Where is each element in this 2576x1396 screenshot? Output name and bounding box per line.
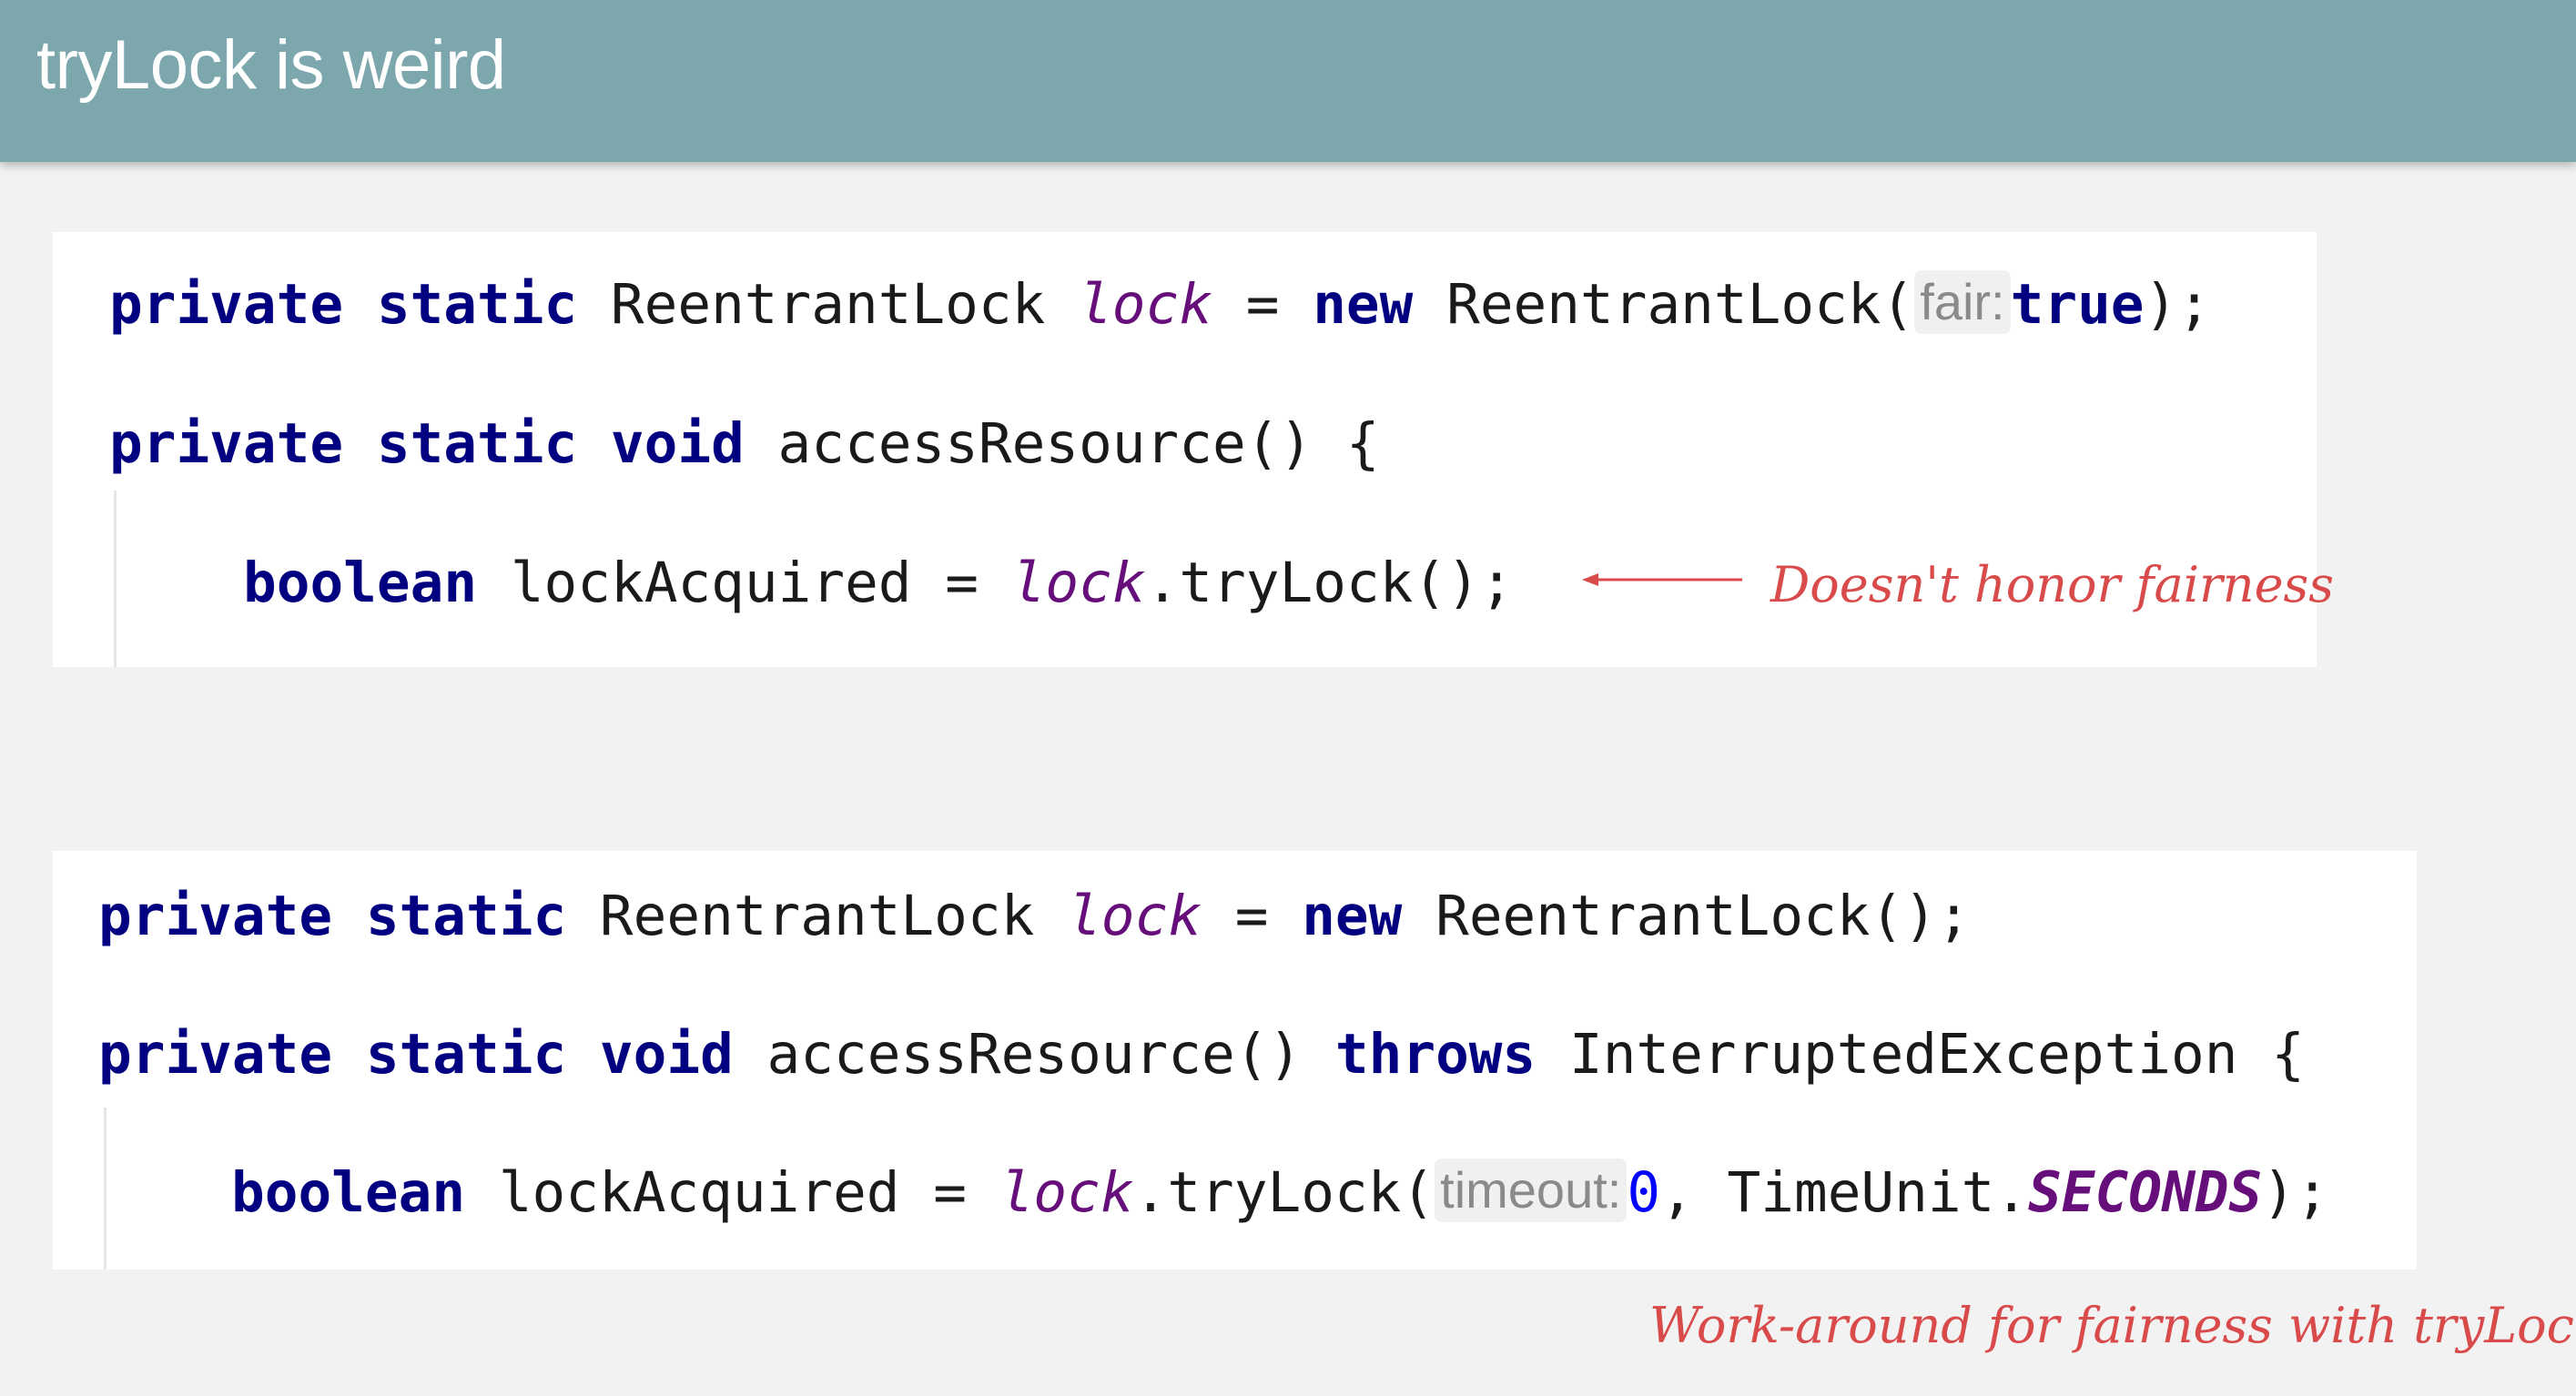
field-lock: lock xyxy=(1011,551,1146,615)
keyword-throws: throws xyxy=(1334,1022,1536,1087)
keyword-static: static xyxy=(365,1022,567,1087)
literal-zero: 0 xyxy=(1627,1160,1661,1225)
keyword-static: static xyxy=(376,411,578,476)
keyword-void: void xyxy=(599,1022,734,1087)
indent-guide xyxy=(104,1108,106,1270)
keyword-static: static xyxy=(376,272,578,337)
keyword-boolean: boolean xyxy=(243,551,478,615)
field-lock: lock xyxy=(1068,884,1202,948)
keyword-new: new xyxy=(1302,884,1403,948)
variable-lockacquired: lockAcquired = xyxy=(498,1160,967,1225)
method-name: accessResource() { xyxy=(777,411,1380,476)
slide-title: tryLock is weird xyxy=(36,26,506,104)
parameter-hint-timeout: timeout: xyxy=(1435,1158,1628,1222)
caption-workaround: Work-around for fairness with tryLock xyxy=(1649,1297,2576,1354)
code-block-timeout-trylock: private static ReentrantLock lock = new … xyxy=(53,851,2417,1270)
operator-equals: = xyxy=(1245,272,1280,337)
annotation-no-fairness: Doesn't honor fairness xyxy=(1770,556,2334,613)
statement-end: ); xyxy=(2144,272,2211,337)
statement-end: ); xyxy=(2262,1160,2329,1225)
slide-header: tryLock is weird xyxy=(0,0,2576,162)
parameter-hint-fair: fair: xyxy=(1914,270,2011,334)
variable-lockacquired: lockAcquired = xyxy=(510,551,979,615)
constructor-call: ReentrantLock( xyxy=(1446,272,1915,337)
keyword-void: void xyxy=(610,411,745,476)
arrow-left-icon xyxy=(1582,573,1742,586)
code-line-lock-declaration: private static ReentrantLock lock = new … xyxy=(98,880,1971,953)
method-name: accessResource() xyxy=(766,1022,1303,1087)
trylock-call: .tryLock(); xyxy=(1145,551,1514,615)
literal-true: true xyxy=(2010,272,2145,337)
field-lock: lock xyxy=(999,1160,1134,1225)
exception-type: InterruptedException { xyxy=(1568,1022,2305,1087)
keyword-static: static xyxy=(365,884,567,948)
code-line-lock-declaration: private static ReentrantLock lock = new … xyxy=(109,268,2211,341)
code-line-trylock-call: boolean lockAcquired = lock.tryLock(); xyxy=(243,547,1514,620)
operator-equals: = xyxy=(1234,884,1269,948)
keyword-private: private xyxy=(98,884,333,948)
trylock-call: .tryLock( xyxy=(1133,1160,1435,1225)
timeunit-prefix: , TimeUnit. xyxy=(1660,1160,2029,1225)
constructor-call: ReentrantLock(); xyxy=(1435,884,1971,948)
keyword-private: private xyxy=(109,272,344,337)
indent-guide xyxy=(114,491,117,667)
constant-seconds: SECONDS xyxy=(2028,1160,2263,1225)
type-name: ReentrantLock xyxy=(599,884,1035,948)
field-lock: lock xyxy=(1079,272,1212,337)
keyword-private: private xyxy=(109,411,344,476)
code-line-method-signature: private static void accessResource() thr… xyxy=(98,1018,2305,1091)
keyword-boolean: boolean xyxy=(231,1160,466,1225)
code-line-trylock-timeout-call: boolean lockAcquired = lock.tryLock(time… xyxy=(231,1157,2329,1229)
code-line-method-signature: private static void accessResource() { xyxy=(109,408,1380,481)
keyword-private: private xyxy=(98,1022,333,1087)
keyword-new: new xyxy=(1313,272,1414,337)
type-name: ReentrantLock xyxy=(610,272,1046,337)
